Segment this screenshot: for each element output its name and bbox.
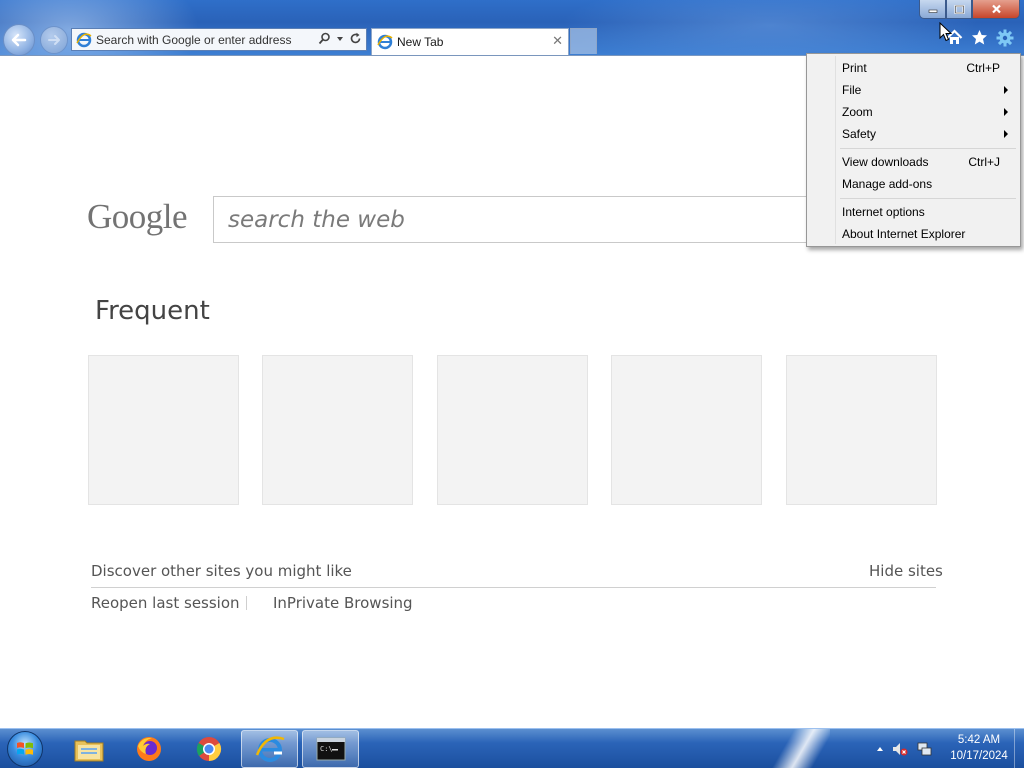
- menu-item-view-downloads[interactable]: View downloads Ctrl+J: [842, 152, 1012, 172]
- minimize-button[interactable]: [919, 0, 946, 19]
- arrow-right-icon: [48, 35, 60, 45]
- restore-icon: [954, 5, 964, 14]
- menu-separator: [840, 148, 1016, 149]
- command-prompt-icon: C:\: [316, 737, 345, 761]
- tab-new-tab[interactable]: New Tab ✕: [371, 28, 569, 55]
- submenu-arrow-icon: [1004, 130, 1008, 138]
- menu-item-label: Internet options: [842, 205, 925, 219]
- refresh-icon[interactable]: [349, 32, 362, 45]
- address-bar[interactable]: Search with Google or enter address: [71, 28, 367, 51]
- start-button[interactable]: [7, 731, 43, 767]
- tools-menu: Print Ctrl+P File Zoom Safety View downl…: [806, 53, 1021, 247]
- show-desktop-button[interactable]: [1014, 729, 1024, 768]
- menu-item-shortcut: Ctrl+J: [968, 155, 1000, 169]
- submenu-arrow-icon: [1004, 108, 1008, 116]
- clock-date: 10/17/2024: [950, 750, 1008, 762]
- arrow-left-icon: [11, 33, 27, 47]
- favorites-star-icon[interactable]: [971, 29, 988, 46]
- address-input[interactable]: Search with Google or enter address: [96, 33, 291, 47]
- ie-page-icon: [377, 34, 393, 50]
- menu-item-label: File: [842, 83, 862, 97]
- clock-time: 5:42 AM: [957, 734, 1001, 746]
- menu-separator: [840, 198, 1016, 199]
- inprivate-browsing-link[interactable]: InPrivate Browsing: [273, 594, 413, 612]
- frequent-heading: Frequent: [95, 296, 210, 326]
- taskbar-clock[interactable]: 5:42 AM 10/17/2024: [944, 732, 1014, 764]
- menu-item-label: About Internet Explorer: [842, 227, 966, 241]
- taskbar-internet-explorer[interactable]: [241, 730, 298, 768]
- taskbar-file-explorer[interactable]: [60, 730, 117, 768]
- submenu-arrow-icon: [1004, 86, 1008, 94]
- close-icon: [991, 4, 1001, 14]
- search-icon[interactable]: [318, 32, 331, 45]
- volume-muted-icon[interactable]: [892, 741, 908, 757]
- menu-item-internet-options[interactable]: Internet options: [842, 202, 1012, 222]
- tab-title: New Tab: [397, 35, 444, 49]
- show-hidden-icons-chevron-icon[interactable]: [876, 745, 884, 753]
- menu-item-file[interactable]: File: [842, 80, 1012, 100]
- web-search-input[interactable]: search the web: [213, 196, 823, 243]
- reopen-session-link[interactable]: Reopen last session: [91, 594, 240, 612]
- google-logo: Google: [87, 197, 188, 236]
- menu-item-print[interactable]: Print Ctrl+P: [842, 58, 1012, 78]
- menu-item-label: Manage add-ons: [842, 177, 933, 191]
- menu-item-label: View downloads: [842, 155, 929, 169]
- menu-item-zoom[interactable]: Zoom: [842, 102, 1012, 122]
- menu-item-shortcut: Ctrl+P: [966, 61, 1000, 75]
- close-window-button[interactable]: [972, 0, 1020, 19]
- ie-page-icon: [76, 32, 92, 47]
- windows-logo-icon: [17, 742, 33, 755]
- menu-item-safety[interactable]: Safety: [842, 124, 1012, 144]
- forward-button[interactable]: [40, 26, 68, 54]
- search-placeholder: search the web: [228, 206, 405, 233]
- frequent-site-tile[interactable]: [611, 355, 762, 505]
- menu-item-label: Safety: [842, 127, 877, 141]
- divider: [91, 587, 936, 588]
- command-icons: [946, 29, 1014, 47]
- mouse-cursor-icon: [939, 22, 953, 42]
- network-icon[interactable]: [916, 741, 932, 757]
- taskbar: C:\ 5:42 AM 10/17/2024: [0, 728, 1024, 768]
- new-tab-button[interactable]: [570, 28, 597, 54]
- hide-sites-link[interactable]: Hide sites: [869, 562, 943, 580]
- divider: [246, 596, 247, 610]
- back-button[interactable]: [3, 24, 35, 56]
- svg-text:C:\: C:\: [320, 745, 333, 753]
- folder-icon: [74, 740, 103, 762]
- frequent-site-tile[interactable]: [88, 355, 239, 505]
- menu-item-label: Zoom: [842, 105, 873, 119]
- system-tray: [876, 729, 932, 768]
- taskbar-firefox[interactable]: [120, 730, 177, 768]
- frequent-site-tile[interactable]: [262, 355, 413, 505]
- discover-sites-link[interactable]: Discover other sites you might like: [91, 562, 352, 580]
- taskbar-command-prompt[interactable]: C:\: [302, 730, 359, 768]
- menu-item-label: Print: [842, 61, 867, 75]
- taskbar-chrome[interactable]: [180, 730, 237, 768]
- close-tab-icon[interactable]: ✕: [552, 34, 563, 49]
- tools-gear-icon[interactable]: [996, 29, 1014, 47]
- chrome-icon: [196, 737, 221, 761]
- internet-explorer-icon: [255, 736, 284, 762]
- minimize-icon: [928, 9, 937, 13]
- menu-item-manage-addons[interactable]: Manage add-ons: [842, 174, 1012, 194]
- frequent-site-tile[interactable]: [437, 355, 588, 505]
- restore-button[interactable]: [946, 0, 972, 19]
- frequent-site-tile[interactable]: [786, 355, 937, 505]
- chevron-down-icon[interactable]: [336, 35, 344, 43]
- firefox-icon: [136, 737, 161, 761]
- window-controls: [919, 0, 1020, 19]
- menu-item-about-ie[interactable]: About Internet Explorer: [842, 224, 1012, 244]
